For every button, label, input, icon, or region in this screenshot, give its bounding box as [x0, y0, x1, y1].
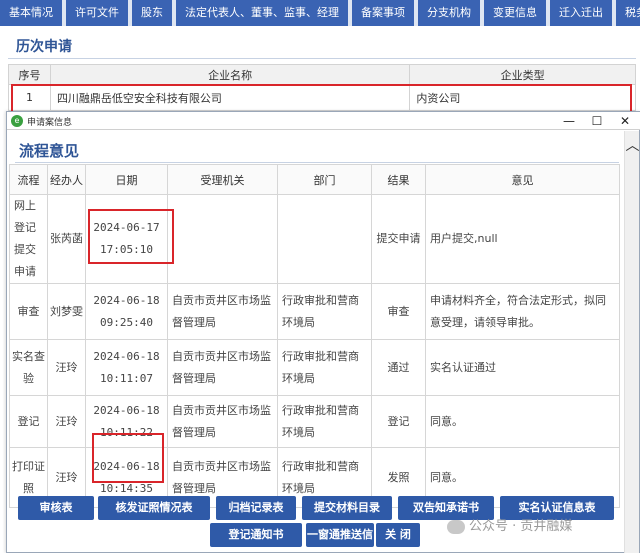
date-highlight-box — [92, 433, 164, 483]
close-button[interactable]: 关 闭 — [376, 523, 420, 547]
row-datetime: 2024-06-18 10:11:07 — [85, 339, 168, 396]
row-handler: 刘梦雯 — [47, 283, 86, 340]
history-col-index: 序号 — [8, 64, 51, 85]
row-result: 通过 — [371, 339, 426, 396]
row-opinion: 同意。 — [425, 395, 620, 448]
tab-license-files[interactable]: 许可文件 — [66, 0, 128, 26]
row-flow: 实名查验 — [9, 339, 48, 396]
tab-move-in-out[interactable]: 迁入迁出 — [550, 0, 612, 26]
flow-divider — [15, 162, 619, 163]
top-tab-strip: 基本情况 许可文件 股东 法定代表人、董事、监事、经理 备案事项 分支机构 变更… — [0, 0, 640, 26]
row-date: 2024-06-18 — [93, 403, 160, 417]
row-date: 2024-06-18 — [93, 349, 160, 363]
row-dept: 行政审批和营商环境局 — [277, 339, 372, 396]
col-date: 日期 — [85, 164, 168, 195]
tab-shareholders[interactable]: 股东 — [132, 0, 172, 26]
col-handler: 经办人 — [47, 164, 86, 195]
row-agency: 自贡市贡井区市场监督管理局 — [167, 395, 278, 448]
col-opinion: 意见 — [425, 164, 620, 195]
maximize-icon[interactable]: ☐ — [589, 113, 605, 129]
vertical-scrollbar[interactable]: ︿ — [624, 131, 640, 553]
minimize-icon[interactable]: — — [561, 113, 577, 129]
scroll-up-icon[interactable]: ︿ — [625, 135, 640, 155]
row-handler: 汪玲 — [47, 395, 86, 448]
row-result: 审查 — [371, 283, 426, 340]
flow-section-title: 流程意见 — [19, 142, 80, 160]
row-time: 10:11:07 — [100, 371, 153, 385]
registration-notice-button[interactable]: 登记通知书 — [210, 523, 302, 547]
tab-legal-rep[interactable]: 法定代表人、董事、监事、经理 — [176, 0, 348, 26]
watermark: 公众号 · 贡井融媒 — [447, 515, 572, 534]
tab-basic-info[interactable]: 基本情况 — [0, 0, 62, 26]
one-window-push-button[interactable]: 一窗通推送信 — [306, 523, 374, 547]
col-dept: 部门 — [277, 164, 372, 195]
history-header-row: 序号 企业名称 企业类型 — [8, 64, 636, 85]
tab-change-info[interactable]: 变更信息 — [484, 0, 546, 26]
row-time: 09:25:40 — [100, 315, 153, 329]
review-form-button[interactable]: 审核表 — [18, 496, 94, 520]
flow-header-row: 流程 经办人 日期 受理机关 部门 结果 意见 — [9, 164, 620, 195]
row-flow: 登记 — [9, 395, 48, 448]
row-date: 2024-06-18 — [93, 293, 160, 307]
history-col-name: 企业名称 — [49, 64, 411, 85]
history-divider — [8, 58, 636, 59]
history-col-type: 企业类型 — [409, 64, 636, 85]
row-result: 提交申请 — [371, 194, 426, 284]
app-icon: e — [11, 115, 23, 127]
archive-record-button[interactable]: 归档记录表 — [216, 496, 296, 520]
dialog-title: 申请案信息 — [27, 118, 73, 128]
col-flow: 流程 — [9, 164, 48, 195]
col-result: 结果 — [371, 164, 426, 195]
table-row: 实名查验 汪玲 2024-06-18 10:11:07 自贡市贡井区市场监督管理局… — [9, 339, 620, 396]
application-dialog: e 申请案信息 — ☐ ✕ ︿ 流程意见 流程 经办人 日期 受理机关 部门 结… — [6, 111, 640, 553]
row-handler: 张芮菡 — [47, 194, 86, 284]
row-flow: 网上登记提交申请 — [9, 194, 48, 284]
row-opinion: 申请材料齐全，符合法定形式，拟同意受理，请领导审批。 — [425, 283, 620, 340]
row-flow: 审查 — [9, 283, 48, 340]
row-opinion: 用户提交,null — [425, 194, 620, 284]
dialog-titlebar[interactable]: e 申请案信息 — ☐ ✕ — [7, 112, 640, 130]
row-dept: 行政审批和营商环境局 — [277, 283, 372, 340]
row-dept — [277, 194, 372, 284]
col-agency: 受理机关 — [167, 164, 278, 195]
submitted-materials-button[interactable]: 提交材料目录 — [302, 496, 392, 520]
table-row: 审查 刘梦雯 2024-06-18 09:25:40 自贡市贡井区市场监督管理局 … — [9, 283, 620, 340]
row-agency: 自贡市贡井区市场监督管理局 — [167, 283, 278, 340]
tab-branches[interactable]: 分支机构 — [418, 0, 480, 26]
tab-filing-items[interactable]: 备案事项 — [352, 0, 414, 26]
wechat-icon — [447, 519, 465, 534]
row-result: 登记 — [371, 395, 426, 448]
date-highlight-box — [88, 209, 174, 264]
row-datetime: 2024-06-18 09:25:40 — [85, 283, 168, 340]
close-icon[interactable]: ✕ — [617, 113, 633, 129]
history-row-highlight — [11, 84, 632, 113]
row-agency: 自贡市贡井区市场监督管理局 — [167, 339, 278, 396]
row-time: 10:14:35 — [100, 481, 153, 495]
row-dept: 行政审批和营商环境局 — [277, 395, 372, 448]
row-handler: 汪玲 — [47, 339, 86, 396]
watermark-text: 公众号 · 贡井融媒 — [469, 519, 573, 534]
tab-tax[interactable]: 税务 — [616, 0, 640, 26]
row-agency — [167, 194, 278, 284]
row-opinion: 实名认证通过 — [425, 339, 620, 396]
license-issuance-button[interactable]: 核发证照情况表 — [98, 496, 210, 520]
history-title: 历次申请 — [16, 39, 72, 55]
